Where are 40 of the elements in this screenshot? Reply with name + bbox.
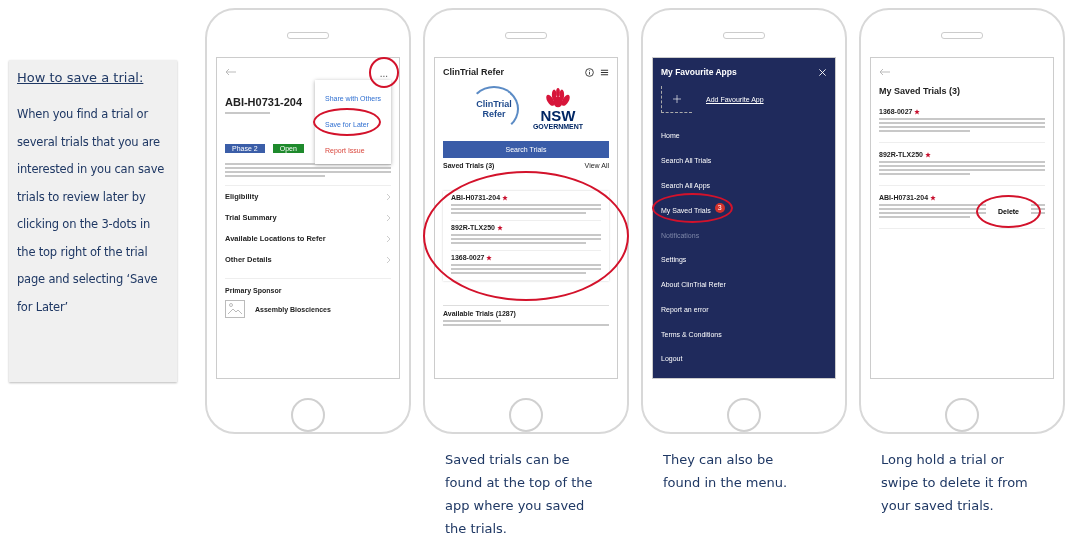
caption-text: They can also be found in the menu.: [663, 451, 789, 492]
instruction-text: When you find a trial or several trials that you are interested in you can save trials to review later by clicking on the 3-dots in the top right of the trial page and selecting ‘Save for Later’: [17, 106, 166, 316]
image-placeholder-icon: [225, 300, 245, 318]
home-button[interactable]: [945, 398, 979, 432]
annotation-circle: [976, 195, 1041, 228]
star-icon: [914, 108, 921, 115]
info-icon[interactable]: [585, 67, 594, 77]
menu-icon[interactable]: [600, 67, 609, 77]
caption-text: Saved trials can be found at the top of the app where you saved the trials.: [445, 451, 594, 538]
text-lines-drawing: [225, 112, 270, 114]
instruction-heading: How to save a trial:: [17, 70, 145, 85]
speaker-slot: [941, 32, 983, 39]
star-icon: [502, 194, 509, 201]
star-icon: [930, 194, 937, 201]
page-title: My Saved Trials (3): [879, 86, 962, 96]
chevron-icon: [386, 213, 391, 222]
back-arrow-icon[interactable]: [879, 68, 891, 76]
add-app-tile[interactable]: [661, 86, 692, 113]
close-icon[interactable]: [818, 67, 827, 77]
speaker-slot: [287, 32, 329, 39]
chevron-icon: [386, 234, 391, 243]
home-button[interactable]: [509, 398, 543, 432]
home-button[interactable]: [291, 398, 325, 432]
back-arrow-icon[interactable]: [225, 68, 237, 76]
star-icon: [924, 151, 931, 158]
caption-text: Long hold a trial or swipe to delete it from your saved trials.: [881, 451, 1029, 515]
app-title: ClinTrial Refer: [443, 67, 505, 77]
chevron-icon: [386, 255, 391, 264]
more-button[interactable]: ...: [376, 70, 391, 78]
speaker-slot: [723, 32, 765, 39]
annotation-circle: [312, 108, 381, 136]
menu-title: My Favourite Apps: [661, 67, 737, 77]
chevron-icon: [386, 192, 391, 201]
speaker-slot: [505, 32, 547, 39]
trial-id: ABI-H0731-204: [225, 96, 303, 108]
plus-icon: [673, 95, 681, 103]
clintrial-logo: ClinTrial Refer: [468, 86, 519, 132]
home-button[interactable]: [727, 398, 761, 432]
star-icon: [486, 254, 493, 261]
star-icon: [496, 224, 503, 231]
